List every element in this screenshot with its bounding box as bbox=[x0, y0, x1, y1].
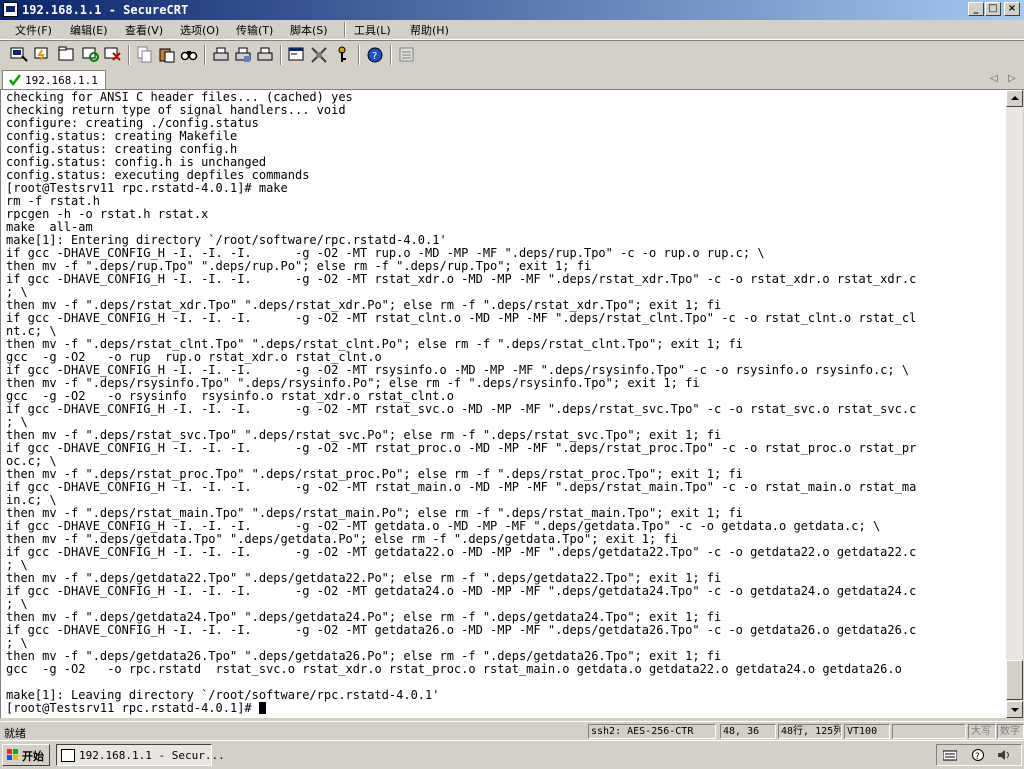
taskbar-item-label: 192.168.1.1 - Secur... bbox=[79, 749, 225, 762]
paste-icon[interactable] bbox=[158, 46, 176, 63]
terminal-line: if gcc -DHAVE_CONFIG_H -I. -I. -I. -g -O… bbox=[6, 272, 917, 286]
windows-logo-icon bbox=[7, 749, 18, 760]
menu-file[interactable]: 文件(F) bbox=[15, 22, 52, 38]
menu-bar: 文件(F) 编辑(E) 查看(V) 选项(O) 传输(T) 脚本(S) 工具(L… bbox=[0, 20, 1024, 40]
menu-divider bbox=[344, 22, 346, 37]
session-options-icon[interactable] bbox=[288, 46, 306, 63]
help-icon[interactable]: ? bbox=[366, 46, 384, 63]
close-button[interactable]: × bbox=[1004, 2, 1020, 16]
system-tray: ? bbox=[936, 744, 1022, 766]
print-setup-icon[interactable] bbox=[234, 46, 252, 63]
session-tab-bar: 192.168.1.1 ◁ ▷ bbox=[0, 69, 1024, 90]
keyboard-icon[interactable] bbox=[943, 749, 957, 761]
tab-scroll-left-icon[interactable]: ◁ bbox=[990, 73, 998, 84]
menu-help[interactable]: 帮助(H) bbox=[410, 22, 449, 38]
tab-session[interactable]: 192.168.1.1 bbox=[2, 70, 106, 89]
status-blank bbox=[892, 724, 966, 739]
menu-tools[interactable]: 工具(L) bbox=[354, 22, 391, 38]
copy-icon[interactable] bbox=[136, 46, 154, 63]
svg-text:?: ? bbox=[975, 752, 980, 761]
help-tray-icon[interactable]: ? bbox=[971, 749, 985, 761]
status-cursor-position: 48, 36 bbox=[720, 724, 776, 739]
toolbar-divider bbox=[358, 45, 360, 65]
toolbar: ? bbox=[0, 40, 1024, 70]
windows-taskbar: 开始 192.168.1.1 - Secur... ? bbox=[0, 740, 1024, 769]
status-protocol: ssh2: AES-256-CTR bbox=[588, 724, 716, 739]
status-ready: 就绪 bbox=[4, 727, 26, 740]
scroll-up-button[interactable] bbox=[1006, 90, 1023, 107]
toolbar-divider bbox=[204, 45, 206, 65]
disconnect-icon[interactable] bbox=[104, 46, 122, 63]
start-button[interactable]: 开始 bbox=[2, 744, 50, 766]
scroll-down-button[interactable] bbox=[1006, 701, 1023, 718]
status-terminal-type: VT100 bbox=[844, 724, 890, 739]
menu-view[interactable]: 查看(V) bbox=[125, 22, 163, 38]
print-selection-icon[interactable] bbox=[256, 46, 274, 63]
find-icon[interactable] bbox=[180, 46, 198, 63]
securecrt-app-icon[interactable] bbox=[3, 2, 18, 17]
menu-script[interactable]: 脚本(S) bbox=[290, 22, 328, 38]
toolbar-divider bbox=[390, 45, 392, 65]
terminal-cursor bbox=[258, 702, 266, 714]
connected-check-icon bbox=[9, 74, 21, 86]
terminal-line: if gcc -DHAVE_CONFIG_H -I. -I. -I. -g -O… bbox=[6, 584, 917, 598]
connect-icon[interactable] bbox=[10, 46, 28, 63]
status-bar: 就绪 ssh2: AES-256-CTR 48, 36 48行, 125列 VT… bbox=[0, 721, 1024, 741]
terminal-line: if gcc -DHAVE_CONFIG_H -I. -I. -I. -g -O… bbox=[6, 441, 917, 455]
minimize-button[interactable]: _ bbox=[968, 2, 984, 16]
taskbar-item-securecrt[interactable]: 192.168.1.1 - Secur... bbox=[56, 744, 225, 766]
reconnect-icon[interactable] bbox=[82, 46, 100, 63]
tab-scroll-right-icon[interactable]: ▷ bbox=[1008, 73, 1016, 84]
terminal-line: if gcc -DHAVE_CONFIG_H -I. -I. -I. -g -O… bbox=[6, 402, 917, 416]
volume-icon[interactable] bbox=[997, 749, 1011, 761]
status-num-lock: 数字 bbox=[997, 724, 1024, 739]
tab-label: 192.168.1.1 bbox=[25, 74, 98, 87]
window-title: 192.168.1.1 - SecureCRT bbox=[22, 3, 189, 17]
terminal-scrollbar[interactable] bbox=[1006, 90, 1023, 718]
terminal-line: if gcc -DHAVE_CONFIG_H -I. -I. -I. -g -O… bbox=[6, 311, 917, 325]
print-icon[interactable] bbox=[212, 46, 230, 63]
svg-text:?: ? bbox=[372, 51, 377, 62]
start-label: 开始 bbox=[22, 750, 44, 763]
keymap-icon[interactable] bbox=[334, 46, 352, 63]
toolbar-divider bbox=[280, 45, 282, 65]
connect-tab-icon[interactable] bbox=[58, 46, 76, 63]
terminal-line: [root@Testsrv11 rpc.rstatd-4.0.1]# bbox=[6, 702, 266, 715]
status-caps-lock: 大写 bbox=[968, 724, 996, 739]
menu-edit[interactable]: 编辑(E) bbox=[70, 22, 108, 38]
menu-transfer[interactable]: 传输(T) bbox=[236, 22, 273, 38]
scroll-thumb[interactable] bbox=[1006, 660, 1023, 700]
terminal-line: if gcc -DHAVE_CONFIG_H -I. -I. -I. -g -O… bbox=[6, 623, 917, 637]
terminal-line: if gcc -DHAVE_CONFIG_H -I. -I. -I. -g -O… bbox=[6, 480, 917, 494]
log-icon[interactable] bbox=[398, 46, 416, 63]
menu-options[interactable]: 选项(O) bbox=[180, 22, 219, 38]
title-bar[interactable]: 192.168.1.1 - SecureCRT _ □ × bbox=[0, 0, 1024, 20]
quick-connect-icon[interactable] bbox=[34, 46, 52, 63]
terminal-output[interactable]: checking for ANSI C header files... (cac… bbox=[0, 90, 1007, 718]
maximize-button[interactable]: □ bbox=[985, 2, 1001, 16]
terminal-line: if gcc -DHAVE_CONFIG_H -I. -I. -I. -g -O… bbox=[6, 545, 917, 559]
terminal-line: gcc -g -O2 -o rpc.rstatd rstat_svc.o rst… bbox=[6, 662, 902, 676]
global-options-icon[interactable] bbox=[310, 46, 328, 63]
toolbar-divider bbox=[128, 45, 130, 65]
securecrt-task-icon bbox=[61, 749, 75, 762]
status-terminal-size: 48行, 125列 bbox=[778, 724, 842, 739]
